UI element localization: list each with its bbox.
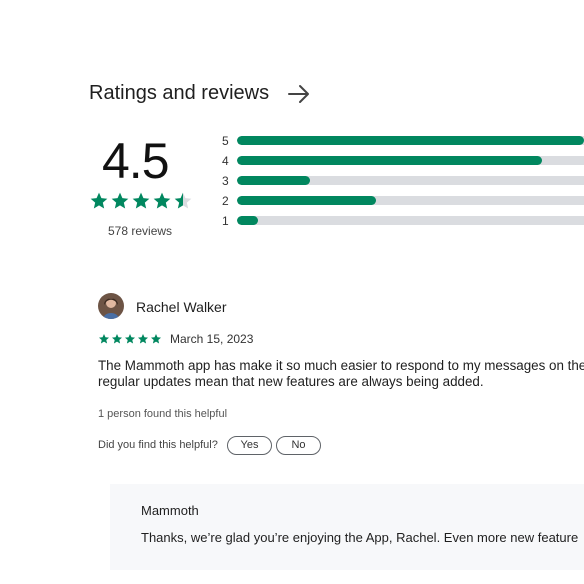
helpful-no-button[interactable]: No [276, 436, 321, 455]
average-stars [89, 191, 193, 211]
avatar [98, 293, 124, 319]
histogram-bar [237, 176, 310, 185]
star-icon [138, 334, 148, 344]
histogram-track [237, 176, 584, 185]
histogram-track [237, 136, 584, 145]
review-text-line: regular updates mean that new features a… [98, 374, 484, 389]
histogram-row: 3 [222, 174, 584, 194]
review-count: 578 reviews [108, 224, 173, 238]
histogram-label: 3 [222, 174, 229, 188]
reviewer-name: Rachel Walker [136, 299, 227, 315]
histogram-row: 4 [222, 154, 584, 174]
histogram-label: 5 [222, 134, 229, 148]
histogram-label: 1 [222, 214, 229, 228]
star-icon [99, 334, 109, 344]
star-icon [151, 334, 161, 344]
star-icon [132, 192, 150, 209]
histogram-row: 1 [222, 214, 584, 234]
star-icon [174, 192, 192, 209]
review-text: The Mammoth app has make it so much easi… [98, 358, 584, 390]
average-rating: 4.5 [102, 133, 170, 189]
helpful-count: 1 person found this helpful [98, 408, 228, 420]
star-icon [153, 192, 171, 209]
histogram-bar [237, 136, 584, 145]
histogram-row: 5 [222, 134, 584, 154]
histogram-bar [237, 156, 543, 165]
section-title: Ratings and reviews [89, 82, 270, 104]
reply-author: Mammoth [141, 503, 199, 518]
histogram-track [237, 196, 584, 205]
helpful-yes-button[interactable]: Yes [227, 436, 272, 455]
histogram-bar [237, 196, 376, 205]
histogram-label: 4 [222, 154, 229, 168]
review-text-line: The Mammoth app has make it so much easi… [98, 358, 584, 373]
histogram-label: 2 [222, 194, 229, 208]
helpful-question: Did you find this helpful? [98, 439, 218, 451]
review-stars [98, 333, 162, 345]
star-icon [125, 334, 135, 344]
star-icon [90, 192, 108, 209]
review-date: March 15, 2023 [170, 332, 254, 346]
developer-reply: Mammoth Thanks, we’re glad you’re enjoyi… [110, 484, 584, 570]
reply-text: Thanks, we’re glad you’re enjoying the A… [141, 530, 579, 545]
histogram-track [237, 216, 584, 225]
star-icon [111, 192, 129, 209]
histogram-bar [237, 216, 258, 225]
star-icon [112, 334, 122, 344]
histogram-track [237, 156, 584, 165]
rating-histogram: 5 4 3 2 1 [222, 134, 584, 234]
arrow-right-icon[interactable] [286, 82, 312, 106]
histogram-row: 2 [222, 194, 584, 214]
